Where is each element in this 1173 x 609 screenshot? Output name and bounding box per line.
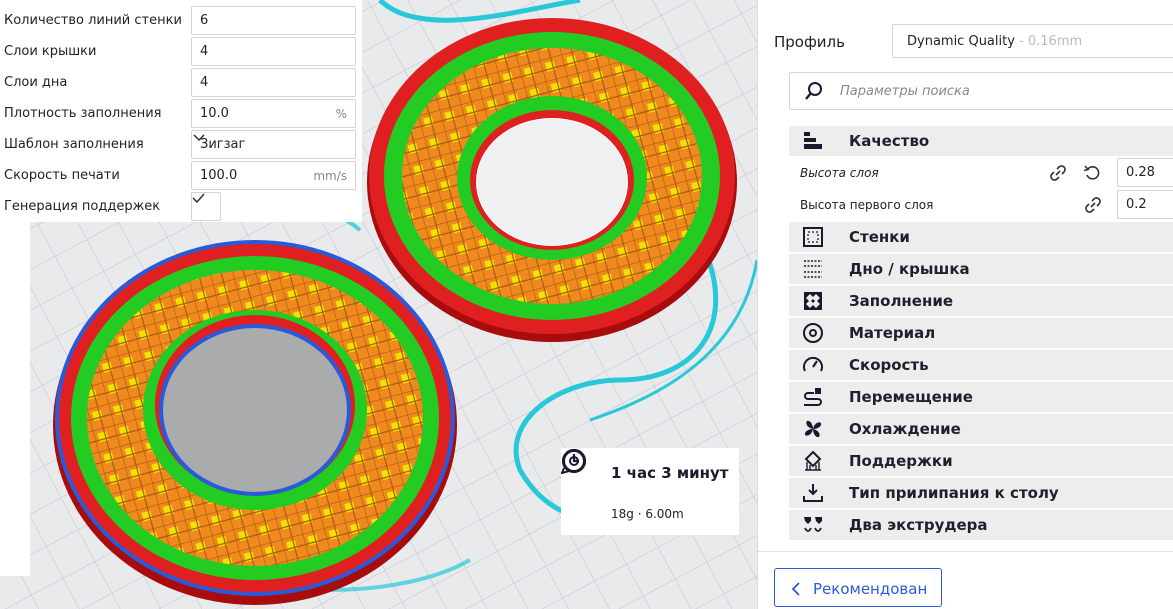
bottom-layers-label: Слои дна [4, 75, 68, 90]
bottom-layers-input[interactable]: 4 [191, 68, 356, 97]
fan-icon [804, 420, 822, 438]
profile-label: Профиль [774, 33, 845, 51]
setting-initial-layer-height: Высота первого слоя 0.2 [789, 189, 1173, 221]
category-infill[interactable]: Заполнение [789, 286, 1173, 316]
print-time: 1 час 3 минут [611, 464, 729, 482]
category-material-label: Материал [849, 324, 936, 342]
settings-search-box[interactable] [789, 72, 1173, 110]
generate-support-row: Генерация поддержек [0, 192, 362, 223]
build-plate-viewport[interactable]: Количество линий стенки 6 Слои крышки 4 … [0, 0, 757, 609]
profile-name: Dynamic Quality - 0.16mm [907, 34, 1082, 49]
print-speed-unit: mm/s [313, 169, 347, 183]
top-layers-input[interactable]: 4 [191, 37, 356, 66]
category-travel-label: Перемещение [849, 388, 973, 406]
category-speed[interactable]: Скорость [789, 350, 1173, 380]
infill-density-unit: % [335, 107, 347, 121]
infill-pattern-select[interactable]: Зигзаг [191, 130, 356, 159]
spool-icon [561, 450, 585, 474]
walls-icon [803, 227, 823, 247]
travel-icon [804, 388, 822, 406]
infill-icon [804, 292, 822, 310]
infill-pattern-row: Шаблон заполнения Зигзаг [0, 130, 362, 161]
search-input[interactable] [840, 73, 1170, 109]
material-estimate: 18g · 6.00m [611, 507, 684, 521]
category-walls-label: Стенки [849, 228, 910, 246]
layer-height-input[interactable]: 0.28 [1117, 158, 1173, 187]
category-material[interactable]: Материал [789, 318, 1173, 348]
link-icon[interactable] [1048, 164, 1068, 182]
top-layers-row: Слои крышки 4 [0, 37, 362, 68]
category-dual-extrusion[interactable]: Два экструдера [789, 510, 1173, 540]
top-bottom-icon [804, 260, 822, 278]
category-infill-label: Заполнение [849, 292, 954, 310]
wall-line-count-label: Количество линий стенки [4, 13, 182, 28]
search-icon [805, 82, 822, 100]
reset-icon[interactable] [1083, 164, 1101, 182]
quick-settings-panel: Количество линий стенки 6 Слои крышки 4 … [0, 0, 362, 222]
panel-divider [758, 551, 1173, 552]
profile-name-text: Dynamic Quality [907, 34, 1015, 49]
category-cooling[interactable]: Охлаждение [789, 414, 1173, 444]
category-adhesion-label: Тип прилипания к столу [849, 484, 1059, 502]
profile-layer-height: - 0.16mm [1014, 34, 1083, 49]
recommended-mode-button[interactable]: Рекомендован [774, 568, 942, 607]
support-icon [804, 450, 822, 471]
layer-height-label: Высота слоя [800, 166, 879, 180]
material-icon [803, 323, 823, 343]
setting-layer-height: Высота слоя 0.28 [789, 157, 1173, 189]
initial-layer-height-input[interactable]: 0.2 [1117, 190, 1173, 219]
category-dual-extrusion-label: Два экструдера [849, 516, 988, 534]
model-left-ring[interactable] [53, 240, 457, 605]
category-cooling-label: Охлаждение [849, 420, 961, 438]
infill-density-row: Плотность заполнения 10.0 % [0, 99, 362, 130]
generate-support-checkbox[interactable] [191, 192, 221, 221]
infill-density-input[interactable]: 10.0 % [191, 99, 356, 128]
print-speed-label: Скорость печати [4, 168, 120, 183]
chevron-left-icon [791, 582, 800, 596]
category-speed-label: Скорость [849, 356, 929, 374]
infill-density-value: 10.0 [200, 106, 229, 121]
category-walls[interactable]: Стенки [789, 222, 1173, 252]
category-support-label: Поддержки [849, 452, 953, 470]
viewport-left-strip [0, 222, 30, 576]
initial-layer-height-label: Высота первого слоя [800, 198, 934, 212]
category-adhesion[interactable]: Тип прилипания к столу [789, 478, 1173, 508]
print-speed-row: Скорость печати 100.0 mm/s [0, 161, 362, 192]
wall-line-count-value: 6 [200, 13, 209, 28]
wall-line-count-input[interactable]: 6 [191, 6, 356, 35]
print-settings-panel: Профиль Dynamic Quality - 0.16mm Качеств… [757, 0, 1173, 609]
infill-pattern-value: Зигзаг [200, 137, 246, 152]
top-layers-value: 4 [200, 44, 209, 59]
infill-density-label: Плотность заполнения [4, 106, 162, 121]
bottom-layers-value: 4 [200, 75, 209, 90]
category-travel[interactable]: Перемещение [789, 382, 1173, 412]
model-right-ring[interactable] [367, 18, 737, 342]
category-quality-label: Качество [849, 132, 930, 150]
generate-support-label: Генерация поддержек [4, 199, 161, 214]
print-estimate-card[interactable]: 1 час 3 минут 18g · 6.00m [561, 448, 739, 535]
wall-line-count-row: Количество линий стенки 6 [0, 6, 362, 37]
link-icon[interactable] [1083, 196, 1103, 214]
category-quality[interactable]: Качество [789, 126, 1173, 156]
adhesion-icon [803, 484, 823, 502]
profile-select[interactable]: Dynamic Quality - 0.16mm [892, 24, 1173, 58]
speed-icon [803, 356, 823, 372]
quality-icon [804, 132, 822, 149]
category-top-bottom-label: Дно / крышка [849, 260, 970, 278]
bottom-layers-row: Слои дна 4 [0, 68, 362, 99]
print-speed-value: 100.0 [200, 168, 238, 183]
initial-layer-height-value: 0.2 [1126, 197, 1147, 212]
dual-extrusion-icon [804, 517, 822, 532]
category-top-bottom[interactable]: Дно / крышка [789, 254, 1173, 284]
infill-pattern-label: Шаблон заполнения [4, 137, 144, 152]
recommended-label: Рекомендован [813, 580, 928, 598]
print-speed-input[interactable]: 100.0 mm/s [191, 161, 356, 190]
category-support[interactable]: Поддержки [789, 446, 1173, 476]
checkmark-icon [192, 193, 205, 204]
layer-height-value: 0.28 [1126, 165, 1155, 180]
top-layers-label: Слои крышки [4, 44, 97, 59]
chevron-down-icon [193, 134, 205, 142]
